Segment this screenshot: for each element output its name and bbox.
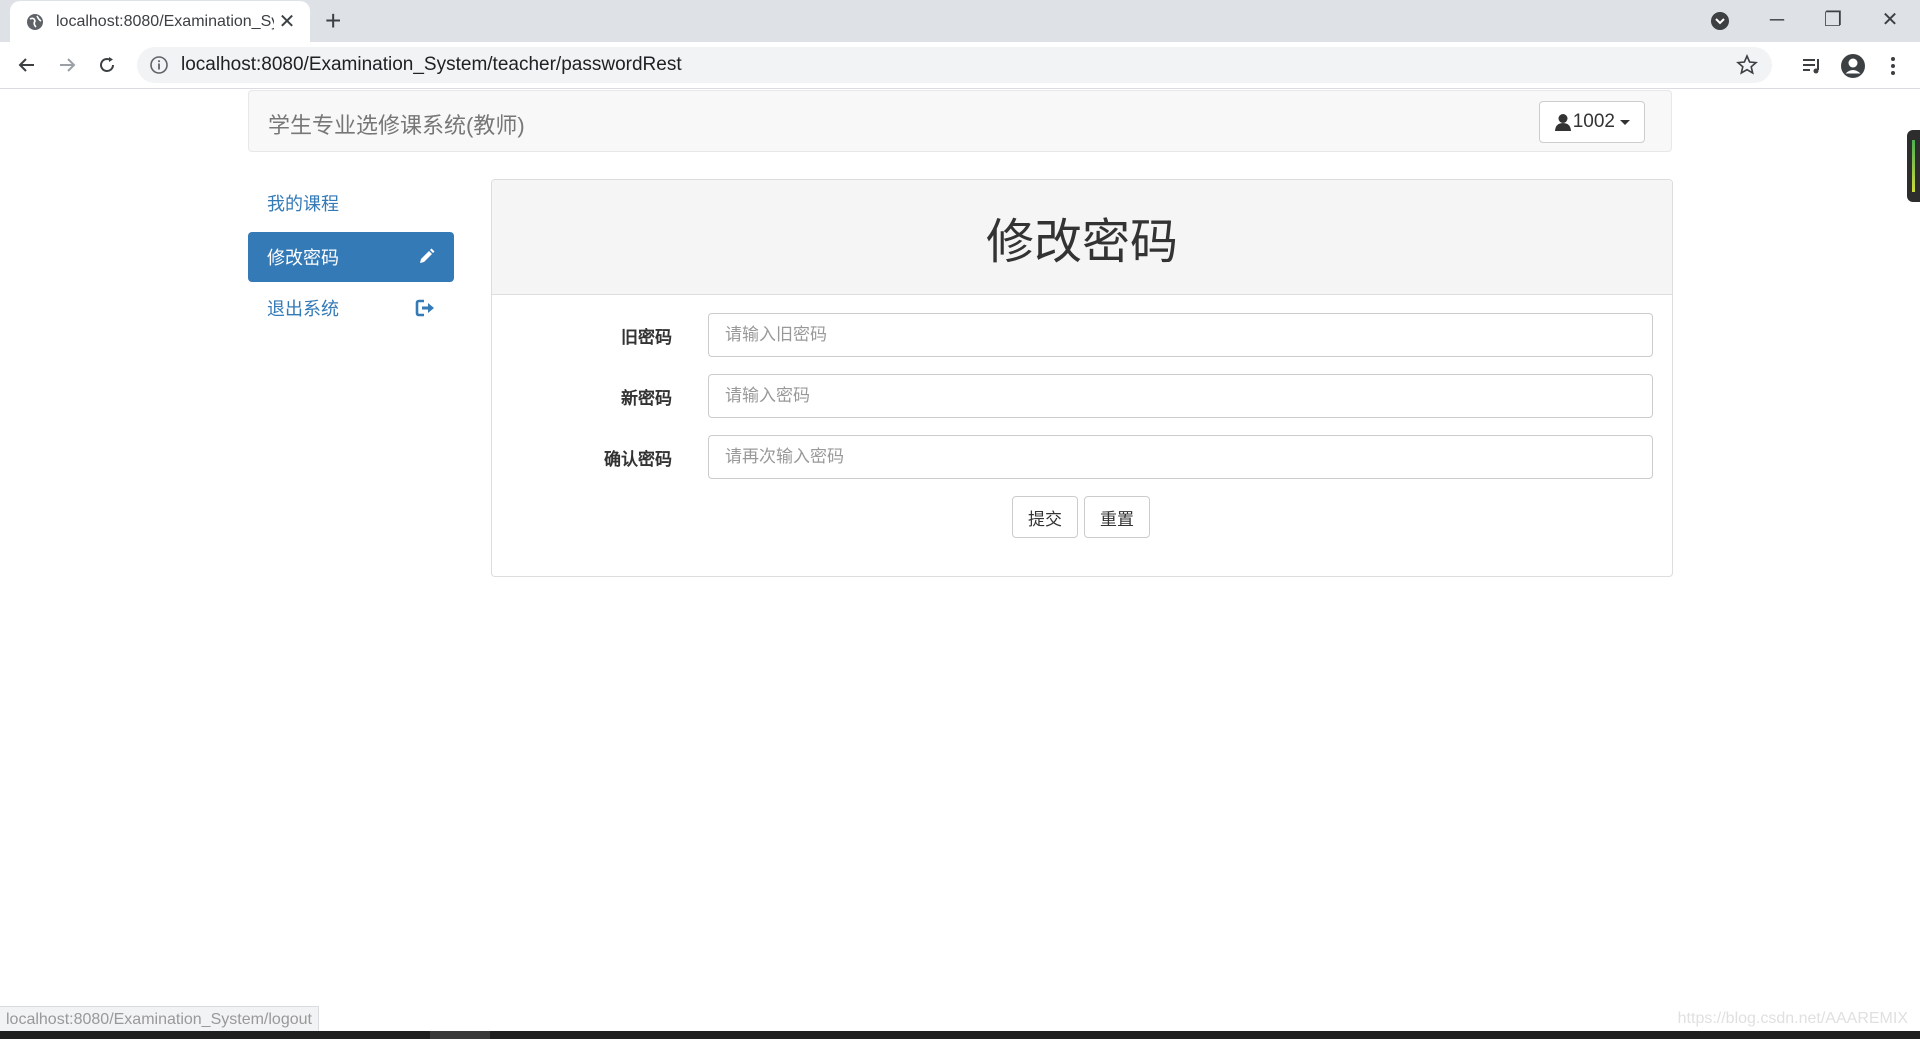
browser-tab-strip: localhost:8080/Examination_System ✕ + ─ … bbox=[0, 0, 1920, 42]
address-bar[interactable]: localhost:8080/Examination_System/teache… bbox=[137, 47, 1772, 83]
browser-toolbar: localhost:8080/Examination_System/teache… bbox=[0, 42, 1920, 89]
tab-title: localhost:8080/Examination_System bbox=[56, 12, 274, 30]
old-password-input[interactable] bbox=[708, 313, 1653, 357]
sidebar-item-change-password[interactable]: 修改密码 bbox=[248, 232, 454, 282]
confirm-password-row: 确认密码 bbox=[492, 435, 1672, 479]
side-widget bbox=[1907, 130, 1920, 202]
new-tab-icon[interactable]: + bbox=[325, 6, 341, 36]
change-password-panel: 修改密码 旧密码 新密码 确认密码 提交 重置 bbox=[491, 179, 1673, 577]
username: 1002 bbox=[1572, 111, 1615, 132]
caret-down-icon bbox=[1620, 119, 1630, 125]
new-password-input[interactable] bbox=[708, 374, 1653, 418]
submit-button[interactable]: 提交 bbox=[1012, 496, 1078, 538]
tab-search-icon[interactable] bbox=[1709, 10, 1731, 32]
user-dropdown-button[interactable]: 1002 bbox=[1538, 101, 1645, 143]
sidebar-item-label: 我的课程 bbox=[267, 194, 339, 214]
sidebar-item-label: 修改密码 bbox=[267, 248, 339, 268]
forward-icon[interactable] bbox=[52, 50, 82, 80]
sidebar-item-label: 退出系统 bbox=[267, 299, 339, 319]
old-password-row: 旧密码 bbox=[492, 313, 1672, 357]
info-icon[interactable] bbox=[149, 55, 169, 75]
restore-icon[interactable]: ❐ bbox=[1813, 6, 1853, 34]
new-password-label: 新密码 bbox=[621, 389, 672, 408]
reset-button[interactable]: 重置 bbox=[1084, 496, 1150, 538]
widget-level-bar bbox=[1912, 140, 1915, 192]
old-password-label: 旧密码 bbox=[621, 328, 672, 347]
browser-tab[interactable]: localhost:8080/Examination_System ✕ bbox=[10, 1, 310, 42]
profile-avatar-icon[interactable] bbox=[1840, 53, 1866, 79]
status-bar: localhost:8080/Examination_System/logout bbox=[0, 1006, 319, 1031]
confirm-password-input[interactable] bbox=[708, 435, 1653, 479]
watermark-text: https://blog.csdn.net/AAAREMIX bbox=[1677, 1010, 1908, 1027]
confirm-password-label: 确认密码 bbox=[604, 450, 672, 469]
taskbar-item[interactable] bbox=[430, 1031, 490, 1039]
panel-title: 修改密码 bbox=[985, 216, 1178, 269]
minimize-icon[interactable]: ─ bbox=[1757, 6, 1797, 34]
url-text: localhost:8080/Examination_System/teache… bbox=[181, 54, 682, 75]
sidebar-item-my-courses[interactable]: 我的课程 bbox=[248, 178, 454, 228]
globe-icon bbox=[26, 13, 44, 31]
back-icon[interactable] bbox=[12, 50, 42, 80]
reload-icon[interactable] bbox=[92, 50, 122, 80]
panel-heading: 修改密码 bbox=[492, 180, 1672, 295]
user-icon bbox=[1554, 113, 1572, 131]
close-tab-icon[interactable]: ✕ bbox=[276, 12, 298, 32]
pencil-icon bbox=[417, 248, 435, 266]
bookmark-star-icon[interactable] bbox=[1736, 53, 1758, 76]
logout-icon bbox=[415, 299, 435, 317]
media-queue-icon[interactable] bbox=[1799, 53, 1825, 79]
browser-menu-icon[interactable] bbox=[1880, 53, 1906, 79]
sidebar-item-logout[interactable]: 退出系统 bbox=[248, 283, 454, 333]
window-close-icon[interactable]: ✕ bbox=[1870, 6, 1910, 34]
site-brand[interactable]: 学生专业选修课系统(教师) bbox=[268, 108, 525, 140]
new-password-row: 新密码 bbox=[492, 374, 1672, 418]
taskbar bbox=[0, 1031, 1920, 1039]
top-navbar: 学生专业选修课系统(教师) 1002 bbox=[248, 90, 1672, 152]
